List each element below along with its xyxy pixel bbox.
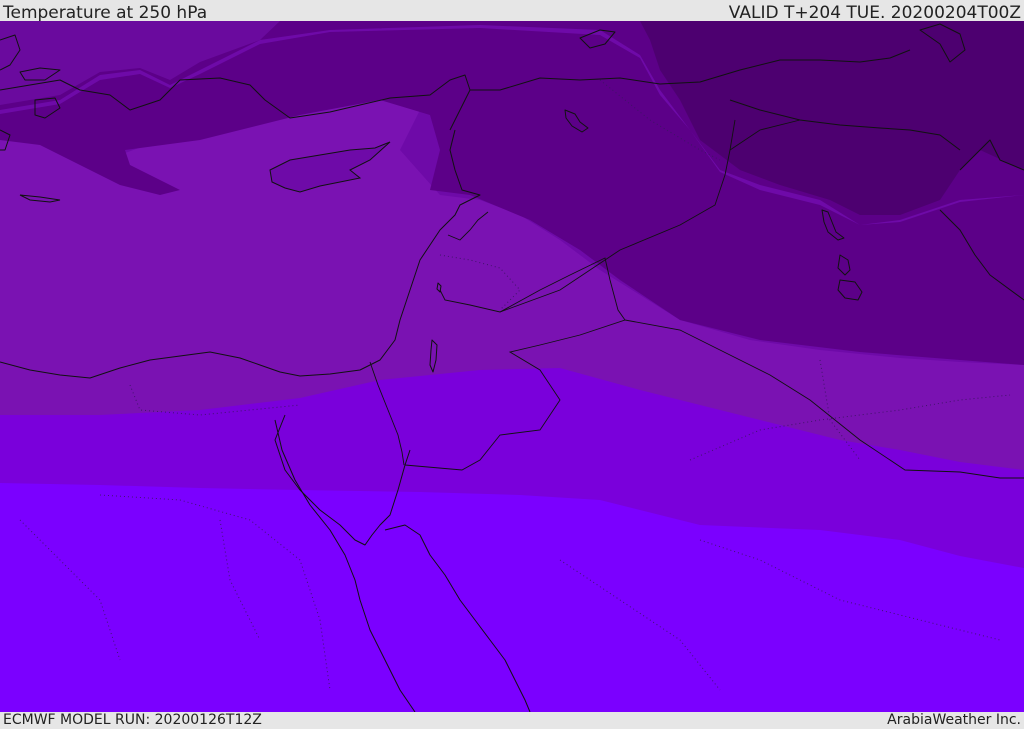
map-title: Temperature at 250 hPa — [3, 3, 208, 23]
credit: ArabiaWeather Inc. — [887, 712, 1021, 728]
map-header: Temperature at 250 hPa VALID T+204 TUE. … — [0, 0, 1024, 23]
temperature-map[interactable] — [0, 21, 1024, 712]
model-run: ECMWF MODEL RUN: 20200126T12Z — [3, 712, 262, 728]
map-footer: ECMWF MODEL RUN: 20200126T12Z ArabiaWeat… — [0, 712, 1024, 729]
valid-time: VALID T+204 TUE. 20200204T00Z — [728, 3, 1021, 23]
